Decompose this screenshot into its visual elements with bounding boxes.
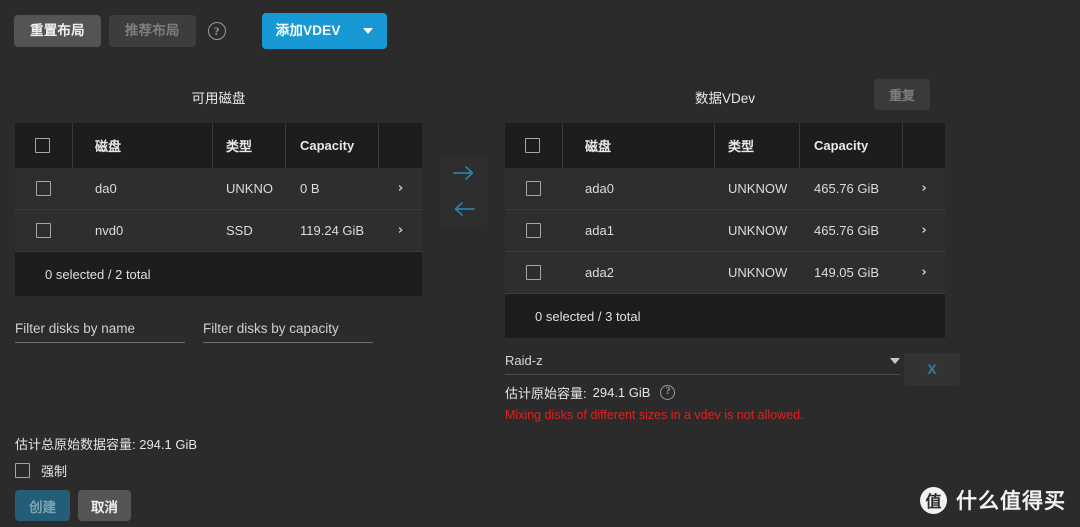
row-checkbox[interactable] [526,265,541,280]
available-disks-footer: 0 selected / 2 total [15,252,422,296]
move-right-button[interactable] [440,155,487,190]
cell-disk-type: UNKNOW [728,223,788,238]
cell-disk-capacity: 149.05 GiB [814,265,880,280]
available-disks-table: 磁盘 类型 Capacity da0 UNKNO 0 B › nvd0 SSD … [15,123,422,296]
available-disks-title: 可用磁盘 [191,91,246,106]
arrow-right-icon [452,165,473,180]
watermark-text: 什么值得买 [956,490,1066,513]
add-vdev-button[interactable]: 添加VDEV [261,13,387,49]
row-checkbox-cell [15,168,73,209]
chevron-down-icon [890,357,900,364]
select-all-header-cell [505,123,563,168]
transfer-controls [440,155,487,226]
reset-layout-button[interactable]: 重置布局 [14,15,101,47]
expand-row-cell[interactable]: › [903,252,945,293]
cell-disk-type: SSD [226,223,253,238]
data-vdev-footer: 0 selected / 3 total [505,294,945,338]
watermark-badge-icon: 值 [920,486,947,514]
cell-disk-name: ada2 [585,265,614,280]
vdev-layout-value: Raid-z [505,353,543,368]
cell-disk-type: UNKNOW [728,265,788,280]
col-header-disk[interactable]: 磁盘 [73,123,213,168]
expand-row-cell[interactable]: › [379,210,422,251]
row-checkbox[interactable] [36,223,51,238]
chevron-right-icon: › [921,265,927,280]
col-header-expand [903,123,945,168]
vdev-error-message: Mixing disks of different sizes in a vde… [505,408,804,422]
expand-row-cell[interactable]: › [903,168,945,209]
table-row[interactable]: ada2 UNKNOW 149.05 GiB › [505,252,945,294]
row-checkbox-cell [505,252,563,293]
filter-by-capacity [203,320,373,343]
filter-disks-by-name-input[interactable] [15,321,185,343]
cell-disk-capacity: 0 B [300,181,320,196]
help-circle-icon[interactable]: ? [660,385,676,400]
move-left-button[interactable] [440,191,487,226]
force-checkbox-row[interactable]: 强制 [15,461,67,480]
col-header-capacity[interactable]: Capacity [286,123,379,168]
chevron-down-icon [362,28,373,34]
table-row[interactable]: da0 UNKNO 0 B › [15,168,422,210]
col-header-expand [379,123,422,168]
chevron-right-icon: › [921,181,927,196]
estimated-raw-capacity-label: 估计原始容量: [505,386,587,401]
force-checkbox[interactable] [15,463,30,478]
suggest-layout-button[interactable]: 推荐布局 [108,15,196,47]
select-all-checkbox[interactable] [525,138,540,153]
expand-row-cell[interactable]: › [903,210,945,251]
total-raw-capacity-label: 估计总原始数据容量: 294.1 GiB [15,437,198,452]
cell-disk-name: ada0 [585,181,614,196]
chevron-right-icon: › [921,223,927,238]
vdev-layout-config: Raid-z 估计原始容量: 294.1 GiB ? Mixing disks … [505,353,900,422]
cancel-button[interactable]: 取消 [78,490,131,521]
cell-disk-capacity: 465.76 GiB [814,223,880,238]
data-vdev-table: 磁盘 类型 Capacity ada0 UNKNOW 465.76 GiB › … [505,123,945,338]
row-checkbox-cell [505,168,563,209]
row-checkbox[interactable] [36,181,51,196]
force-label: 强制 [41,464,68,479]
filter-by-name [15,320,185,343]
cell-disk-name: ada1 [585,223,614,238]
cell-disk-name: da0 [95,181,117,196]
vdev-layout-select[interactable]: Raid-z [505,353,900,375]
table-header-row: 磁盘 类型 Capacity [15,123,422,168]
estimated-raw-capacity-value: 294.1 GiB [592,385,651,400]
help-circle-icon[interactable]: ? [207,22,226,40]
table-row[interactable]: ada0 UNKNOW 465.76 GiB › [505,168,945,210]
arrow-left-icon [454,201,475,216]
col-header-type[interactable]: 类型 [715,123,800,168]
cell-disk-capacity: 465.76 GiB [814,181,880,196]
cell-disk-type: UNKNOW [728,181,788,196]
remove-vdev-button[interactable]: X [904,353,960,386]
cell-disk-name: nvd0 [95,223,124,238]
col-header-capacity[interactable]: Capacity [800,123,903,168]
estimated-raw-capacity: 估计原始容量: 294.1 GiB ? [505,383,900,402]
chevron-right-icon: › [397,181,404,196]
watermark: 值 什么值得买 [920,485,1066,515]
row-checkbox-cell [505,210,563,251]
col-header-type[interactable]: 类型 [213,123,286,168]
chevron-right-icon: › [397,223,404,238]
select-all-checkbox[interactable] [35,138,50,153]
add-vdev-label: 添加VDEV [275,23,341,39]
row-checkbox-cell [15,210,73,251]
row-checkbox[interactable] [526,223,541,238]
table-header-row: 磁盘 类型 Capacity [505,123,945,168]
col-header-disk[interactable]: 磁盘 [563,123,715,168]
cell-disk-type: UNKNO [226,181,273,196]
filter-disks-by-capacity-input[interactable] [203,321,373,343]
table-row[interactable]: ada1 UNKNOW 465.76 GiB › [505,210,945,252]
select-all-header-cell [15,123,73,168]
create-button[interactable]: 创建 [15,490,70,521]
expand-row-cell[interactable]: › [379,168,422,209]
row-checkbox[interactable] [526,181,541,196]
toolbar: 重置布局 推荐布局 ? 添加VDEV [14,13,387,49]
duplicate-button[interactable]: 重复 [874,79,930,110]
pool-manager-screen: 重置布局 推荐布局 ? 添加VDEV 可用磁盘 数据VDev 重复 磁盘 类型 … [0,0,1080,527]
table-row[interactable]: nvd0 SSD 119.24 GiB › [15,210,422,252]
cell-disk-capacity: 119.24 GiB [300,223,365,238]
